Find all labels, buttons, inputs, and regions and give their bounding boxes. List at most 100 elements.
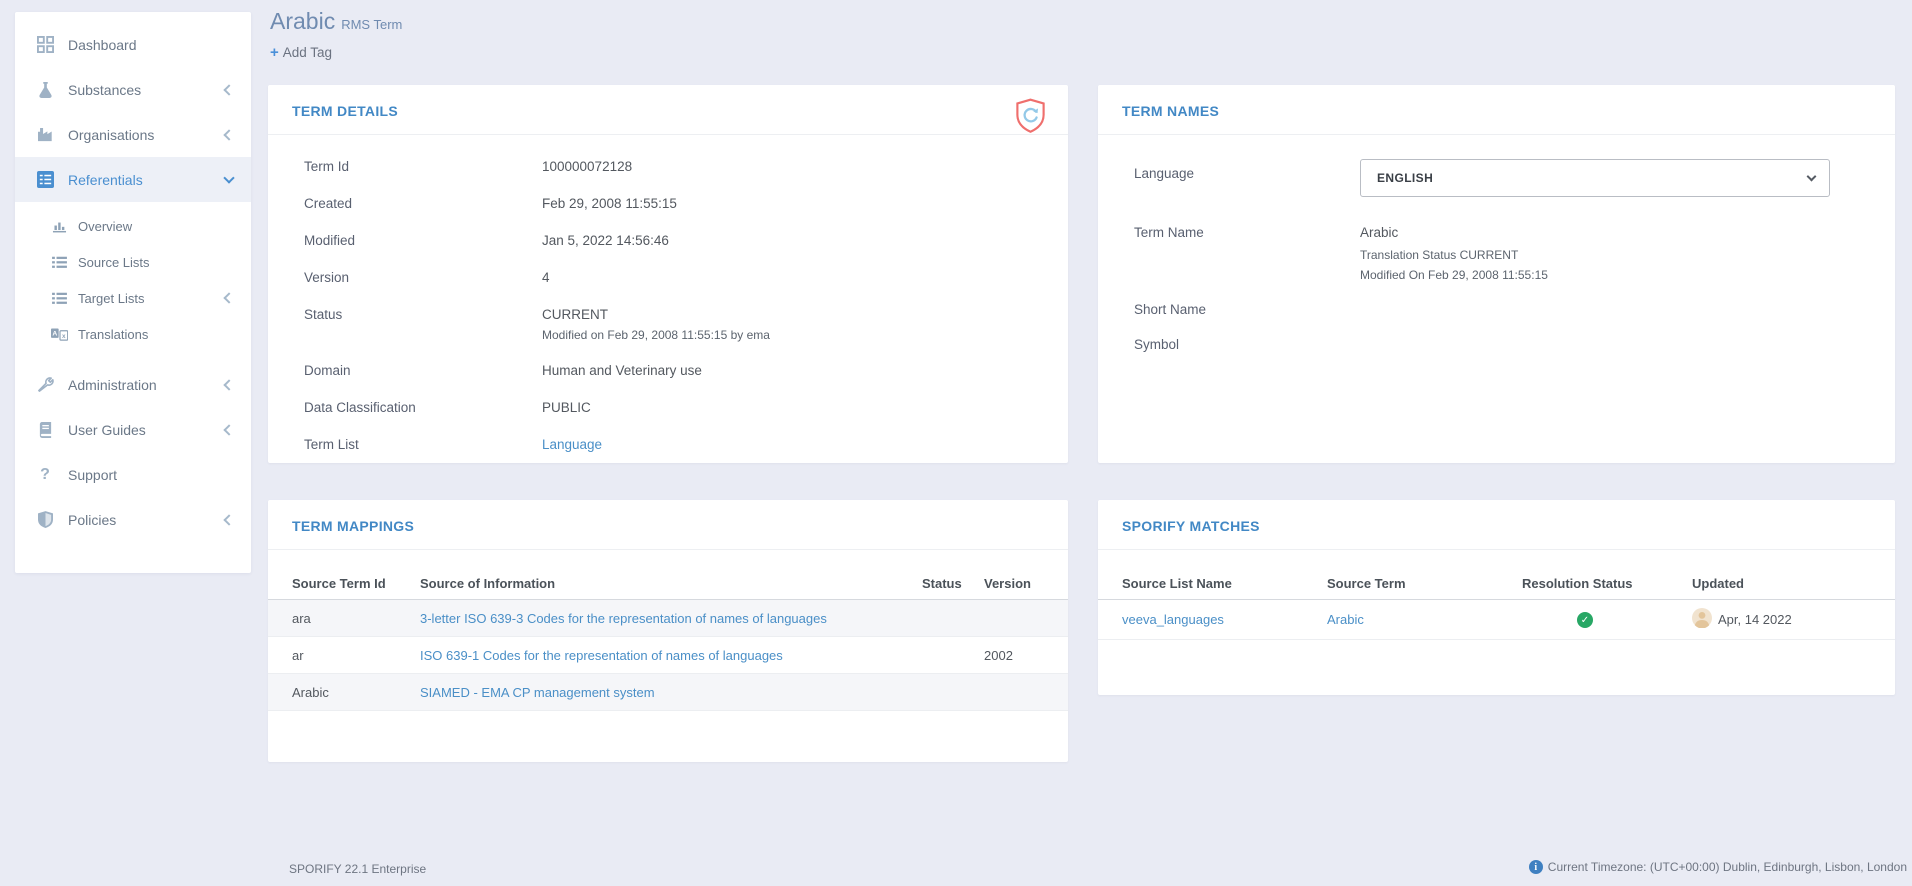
detail-label: Data Classification	[304, 400, 542, 415]
translate-icon: Ax	[51, 328, 68, 341]
term-names-title: TERM NAMES	[1098, 85, 1895, 119]
book-icon	[35, 422, 55, 438]
sidebar-subitem-label: Source Lists	[78, 255, 150, 270]
dashboard-grid-icon	[35, 36, 55, 53]
referentials-list-icon	[35, 171, 55, 188]
source-of-information-link[interactable]: ISO 639-1 Codes for the representation o…	[420, 648, 922, 663]
detail-value: CURRENT Modified on Feb 29, 2008 11:55:1…	[542, 307, 770, 344]
col-source-term-id: Source Term Id	[292, 576, 420, 591]
timezone-text: Current Timezone: (UTC+00:00) Dublin, Ed…	[1548, 860, 1907, 874]
referentials-submenu: Overview Source Lists Target Lists Ax Tr…	[15, 202, 251, 362]
detail-row-term-id: Term Id 100000072128	[292, 149, 1044, 186]
status-note: Modified on Feb 29, 2008 11:55:15 by ema	[542, 328, 770, 343]
flask-icon	[35, 81, 55, 98]
detail-label: Term List	[304, 437, 542, 452]
sidebar-item-referentials[interactable]: Referentials	[15, 157, 251, 202]
bar-chart-icon	[51, 219, 68, 233]
detail-row-created: Created Feb 29, 2008 11:55:15	[292, 186, 1044, 223]
sidebar-item-substances[interactable]: Substances	[15, 67, 251, 112]
svg-text:A: A	[52, 330, 57, 337]
sidebar-item-label: Organisations	[68, 127, 154, 143]
sidebar-item-organisations[interactable]: Organisations	[15, 112, 251, 157]
factory-icon	[35, 127, 55, 142]
check-circle-icon: ✓	[1577, 612, 1593, 628]
term-list-link[interactable]: Language	[542, 437, 602, 454]
sidebar-subitem-source-lists[interactable]: Source Lists	[15, 244, 251, 280]
sporify-matches-card: SPORIFY MATCHES Source List Name Source …	[1098, 500, 1895, 695]
info-icon: i	[1529, 860, 1543, 874]
detail-value: PUBLIC	[542, 400, 591, 417]
col-status: Status	[922, 576, 984, 591]
col-version: Version	[984, 576, 1044, 591]
add-tag-button[interactable]: + Add Tag	[270, 44, 332, 61]
sidebar-item-label: Administration	[68, 377, 157, 393]
col-resolution-status: Resolution Status	[1522, 576, 1692, 591]
sidebar-item-label: Substances	[68, 82, 141, 98]
detail-row-version: Version 4	[292, 260, 1044, 297]
symbol-label: Symbol	[1122, 337, 1360, 352]
sidebar-subitem-translations[interactable]: Ax Translations	[15, 316, 251, 352]
term-name-value: Arabic	[1360, 225, 1548, 242]
translation-status-note: Translation Status CURRENT	[1360, 248, 1548, 262]
sidebar-subitem-overview[interactable]: Overview	[15, 208, 251, 244]
term-name-value-block: Arabic Translation Status CURRENT Modifi…	[1360, 225, 1548, 282]
resolution-status-cell: ✓	[1522, 611, 1692, 629]
plus-icon: +	[270, 44, 279, 61]
table-row: ar ISO 639-1 Codes for the representatio…	[268, 637, 1068, 674]
svg-text:x: x	[62, 332, 66, 339]
sidebar-item-dashboard[interactable]: Dashboard	[15, 22, 251, 67]
col-source-term: Source Term	[1327, 576, 1522, 591]
detail-value: 4	[542, 270, 550, 287]
detail-value: 100000072128	[542, 159, 632, 176]
sidebar-item-user-guides[interactable]: User Guides	[15, 407, 251, 452]
sporify-matches-header-row: Source List Name Source Term Resolution …	[1098, 568, 1895, 600]
detail-row-data-classification: Data Classification PUBLIC	[292, 390, 1044, 427]
source-of-information-link[interactable]: SIAMED - EMA CP management system	[420, 685, 922, 700]
detail-row-status: Status CURRENT Modified on Feb 29, 2008 …	[292, 297, 1044, 354]
source-term-id-cell: ara	[292, 611, 420, 626]
sidebar-subitem-target-lists[interactable]: Target Lists	[15, 280, 251, 316]
shield-refresh-icon[interactable]	[1015, 98, 1046, 139]
language-selected-value: ENGLISH	[1377, 171, 1433, 185]
list-icon	[51, 292, 68, 305]
chevron-down-icon	[1807, 172, 1817, 182]
detail-label: Modified	[304, 233, 542, 248]
source-of-information-link[interactable]: 3-letter ISO 639-3 Codes for the represe…	[420, 611, 922, 626]
chevron-left-icon	[223, 379, 234, 390]
col-source-list-name: Source List Name	[1122, 576, 1327, 591]
chevron-left-icon	[223, 129, 234, 140]
status-value: CURRENT	[542, 307, 770, 324]
table-row: Arabic SIAMED - EMA CP management system	[268, 674, 1068, 711]
source-term-link[interactable]: Arabic	[1327, 612, 1522, 627]
table-row: veeva_languages Arabic ✓ Apr, 14 2022	[1098, 600, 1895, 640]
sidebar-item-label: Referentials	[68, 172, 143, 188]
term-mappings-card: TERM MAPPINGS Source Term Id Source of I…	[268, 500, 1068, 762]
sidebar-item-label: Support	[68, 467, 117, 483]
sidebar-item-policies[interactable]: Policies	[15, 497, 251, 542]
language-select[interactable]: ENGLISH	[1360, 159, 1830, 197]
detail-label: Created	[304, 196, 542, 211]
term-details-title: TERM DETAILS	[268, 85, 1068, 119]
app-version-text: SPORIFY 22.1 Enterprise	[289, 862, 426, 876]
page-title: ArabicRMS Term	[270, 8, 402, 35]
sidebar-item-label: Dashboard	[68, 37, 137, 53]
divider	[1098, 549, 1895, 550]
table-row: ara 3-letter ISO 639-3 Codes for the rep…	[268, 600, 1068, 637]
sidebar-item-administration[interactable]: Administration	[15, 362, 251, 407]
divider	[268, 549, 1068, 550]
shield-icon	[35, 511, 55, 528]
sidebar-item-support[interactable]: ? Support	[15, 452, 251, 497]
chevron-left-icon	[223, 514, 234, 525]
term-names-card: TERM NAMES Language ENGLISH Term Name Ar…	[1098, 85, 1895, 463]
add-tag-label: Add Tag	[283, 45, 332, 60]
modified-on-note: Modified On Feb 29, 2008 11:55:15	[1360, 268, 1548, 282]
term-mappings-title: TERM MAPPINGS	[268, 500, 1068, 534]
source-list-name-link[interactable]: veeva_languages	[1122, 612, 1327, 627]
chevron-down-icon	[223, 172, 234, 183]
short-name-row: Short Name	[1122, 302, 1871, 317]
sidebar-item-label: Policies	[68, 512, 116, 528]
chevron-left-icon	[223, 84, 234, 95]
sidebar-subitem-label: Translations	[78, 327, 148, 342]
term-title: Arabic	[270, 8, 335, 34]
chevron-left-icon	[223, 292, 234, 303]
